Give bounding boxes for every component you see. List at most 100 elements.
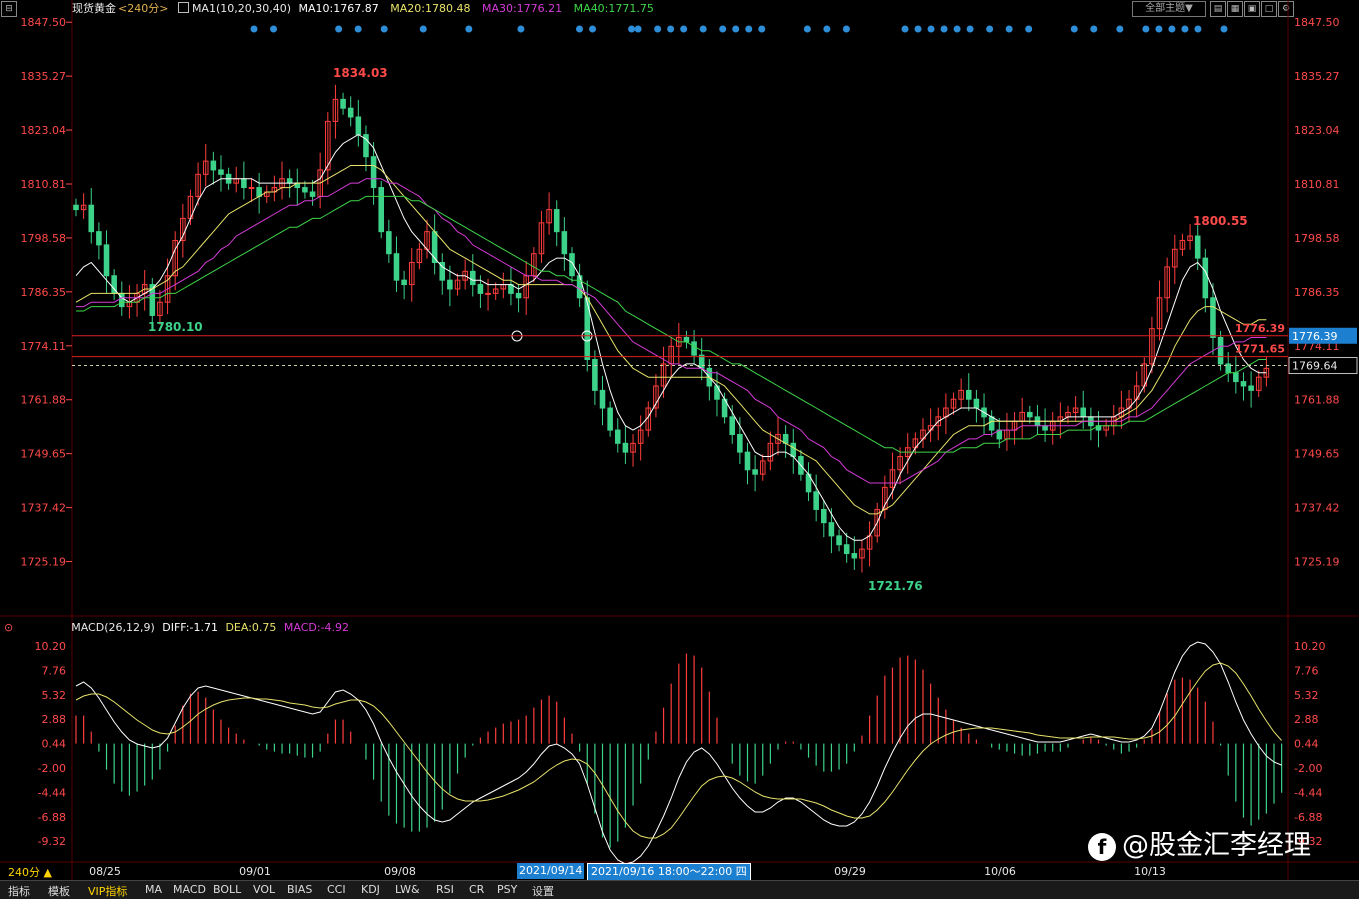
event-dot-icon	[927, 25, 935, 33]
event-dot-icon	[966, 25, 974, 33]
price-tick-label-right: 1835.27	[1294, 70, 1340, 83]
crosshair-time-label: 2021/09/16 18:00～22:00 四	[587, 863, 751, 881]
tab-1[interactable]: 模板	[48, 883, 70, 899]
candle-body	[1027, 411, 1033, 418]
candle-body	[813, 491, 819, 510]
candle-body	[1194, 235, 1201, 259]
candle-body	[210, 160, 217, 171]
candle-body	[607, 407, 613, 431]
macd-tick-label-right: 2.88	[1294, 713, 1319, 726]
tab-13[interactable]: PSY	[497, 883, 517, 896]
tab-9[interactable]: KDJ	[361, 883, 380, 896]
price-tick-label-right: 1823.04	[1294, 124, 1340, 137]
candle-body	[988, 416, 995, 431]
event-dot-icon	[986, 25, 994, 33]
date-tick-label: 09/01	[239, 865, 271, 878]
chart-canvas[interactable]: 1847.50 1835.27 1823.04 1810.81 1798.58 1786.…	[0, 0, 1359, 898]
candle-body	[744, 451, 751, 471]
macd-tick-label-right: 0.44	[1294, 738, 1319, 751]
candle-body	[515, 292, 522, 299]
candle-body	[1248, 385, 1254, 391]
tab-10[interactable]: LW&	[395, 883, 420, 896]
candle-body	[561, 231, 568, 255]
event-dot-icon	[914, 25, 922, 33]
macd-tick-label-right: 10.20	[1294, 640, 1326, 653]
candle-body	[485, 292, 491, 295]
event-dot-icon	[634, 25, 642, 33]
tab-12[interactable]: CR	[469, 883, 484, 896]
event-dot-icon	[842, 25, 850, 33]
candle-body	[73, 204, 79, 211]
price-tick-label-left: 1847.50	[21, 16, 67, 29]
event-dot-icon	[680, 25, 688, 33]
event-dot-icon	[589, 25, 597, 33]
price-tick-label-left: 1725.19	[21, 556, 67, 569]
candle-body	[347, 107, 354, 118]
event-dot-icon	[354, 25, 362, 33]
macd-tick-label-left: -2.00	[38, 762, 66, 775]
price-tick-label-left: 1749.65	[21, 448, 67, 461]
candle-body	[355, 116, 362, 136]
price-tick-label-left: 1761.88	[21, 394, 67, 407]
macd-settings-icon[interactable]: ⊙	[4, 621, 13, 634]
ma-line-ma30	[76, 178, 1267, 484]
candle-body	[576, 275, 583, 299]
candle-body	[309, 191, 316, 197]
tab-8[interactable]: CCI	[327, 883, 346, 896]
tab-3[interactable]: MA	[145, 883, 162, 896]
candle-body	[553, 209, 560, 233]
candle-body	[340, 98, 346, 109]
tab-5[interactable]: BOLL	[213, 883, 241, 896]
price-tick-label-left: 1774.11	[21, 340, 67, 353]
price-tick-label-right: 1749.65	[1294, 448, 1340, 461]
macd-tick-label-right: -4.44	[1294, 786, 1322, 799]
ma-line-ma40	[76, 195, 1267, 453]
candle-body	[973, 398, 980, 409]
candle-body	[393, 253, 400, 281]
watermark-text: @股金汇李经理	[1122, 830, 1311, 861]
price-tick-label-left: 1835.27	[21, 70, 67, 83]
event-dot-icon	[732, 25, 740, 33]
price-tick-label-left: 1798.58	[21, 232, 67, 245]
tab-14[interactable]: 设置	[532, 883, 554, 899]
macd-tick-label-left: -4.44	[38, 786, 66, 799]
price-tick-label-left: 1786.35	[21, 286, 67, 299]
tab-2[interactable]: VIP指标	[88, 883, 127, 899]
diff-value: DIFF:-1.71	[162, 621, 218, 634]
price-tick-label-right: 1725.19	[1294, 556, 1340, 569]
event-dot-icon	[380, 25, 388, 33]
candle-body	[614, 429, 621, 444]
macd-tick-label-left: -6.88	[38, 811, 66, 824]
period-selector[interactable]: 240分 ▲	[8, 864, 52, 880]
price-level-badge-label: 1776.39	[1292, 330, 1338, 343]
date-tick-label: 09/29	[834, 865, 866, 878]
tab-6[interactable]: VOL	[253, 883, 275, 896]
event-dot-icon	[1116, 25, 1124, 33]
event-dot-icon	[628, 25, 636, 33]
event-dot-icon	[719, 25, 727, 33]
candle-body	[96, 231, 102, 246]
tab-0[interactable]: 指标	[8, 883, 30, 899]
event-dot-icon	[576, 25, 584, 33]
macd-tick-label-left: 5.32	[42, 689, 67, 702]
event-dot-icon	[1168, 25, 1176, 33]
date-tick-label: 10/13	[1134, 865, 1166, 878]
candle-body	[965, 389, 972, 400]
low-annotation: 1721.76	[868, 579, 923, 593]
current-price-badge-label: 1769.64	[1292, 360, 1338, 373]
tab-11[interactable]: RSI	[436, 883, 454, 896]
candle-body	[599, 389, 606, 409]
candle-body	[622, 442, 629, 453]
candle-body	[737, 433, 743, 453]
macd-tick-label-right: -2.00	[1294, 762, 1322, 775]
event-dot-icon	[699, 25, 707, 33]
watermark-logo-icon: f	[1088, 832, 1116, 861]
event-dot-icon	[901, 25, 909, 33]
tab-7[interactable]: BIAS	[287, 883, 312, 896]
event-dot-icon	[654, 25, 662, 33]
candle-body	[1233, 372, 1239, 383]
price-level-label: 1776.39	[1235, 322, 1285, 335]
tab-4[interactable]: MACD	[173, 883, 206, 896]
candle-body	[302, 187, 308, 193]
dea-value: DEA:0.75	[225, 621, 277, 634]
